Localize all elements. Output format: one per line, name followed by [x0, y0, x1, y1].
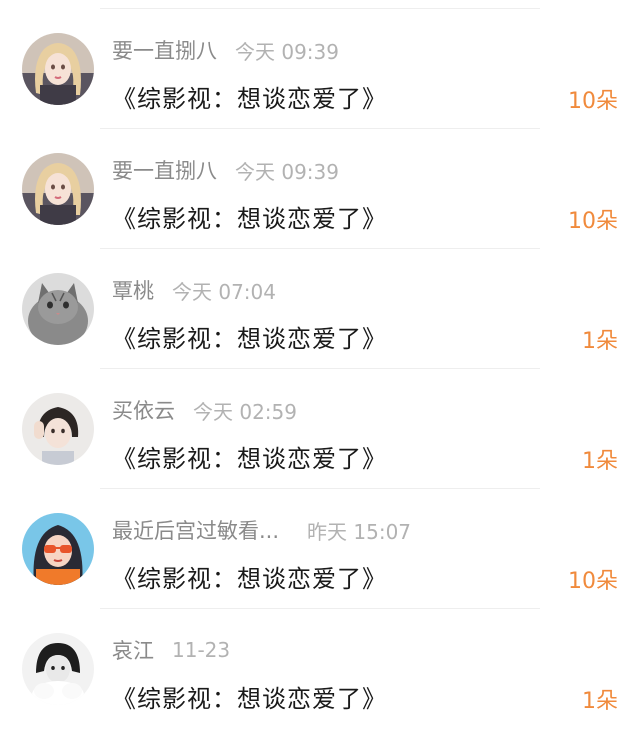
- timestamp: 11-23: [172, 638, 231, 662]
- blonde-girl-avatar-icon[interactable]: [22, 33, 94, 105]
- flower-count: 1朵: [582, 689, 618, 714]
- blonde-girl-avatar-icon[interactable]: [22, 153, 94, 225]
- flower-count: 10朵: [568, 89, 618, 114]
- book-title[interactable]: 《综影视：想谈恋爱了》: [112, 199, 387, 234]
- item-meta: 要一直捌八 今天 09:39: [112, 155, 339, 185]
- flower-count: 1朵: [582, 449, 618, 474]
- username[interactable]: 要一直捌八: [112, 35, 217, 65]
- username[interactable]: 覃桃: [112, 275, 154, 305]
- book-title[interactable]: 《综影视：想谈恋爱了》: [112, 319, 387, 354]
- list-item[interactable]: 覃桃 今天 07:04 《综影视：想谈恋爱了》 1朵: [0, 249, 640, 369]
- book-title[interactable]: 《综影视：想谈恋爱了》: [112, 679, 387, 714]
- book-title[interactable]: 《综影视：想谈恋爱了》: [112, 439, 387, 474]
- timestamp: 今天 09:39: [235, 39, 339, 64]
- list-item[interactable]: 要一直捌八 今天 09:39 《综影视：想谈恋爱了》 10朵: [0, 129, 640, 249]
- book-title[interactable]: 《综影视：想谈恋爱了》: [112, 79, 387, 114]
- timestamp: 今天 02:59: [193, 399, 297, 424]
- item-meta: 覃桃 今天 07:04: [112, 275, 276, 305]
- girl-peace-sign-avatar-icon[interactable]: [22, 393, 94, 465]
- timestamp: 今天 09:39: [235, 159, 339, 184]
- username[interactable]: 最近后宫过敏看...: [112, 515, 279, 545]
- timestamp: 昨天 15:07: [307, 519, 412, 544]
- kitten-avatar-icon[interactable]: [22, 273, 94, 345]
- item-meta: 哀江 11-23: [112, 635, 230, 665]
- username[interactable]: 要一直捌八: [112, 155, 217, 185]
- item-meta: 要一直捌八 今天 09:39: [112, 35, 339, 65]
- flower-count: 10朵: [568, 209, 618, 234]
- item-meta: 最近后宫过敏看... 昨天 15:07: [112, 515, 411, 545]
- item-meta: 买依云 今天 02:59: [112, 395, 297, 425]
- list-item[interactable]: 买依云 今天 02:59 《综影视：想谈恋爱了》 1朵: [0, 369, 640, 489]
- flower-count: 1朵: [582, 329, 618, 354]
- username[interactable]: 哀江: [112, 635, 154, 665]
- list-item[interactable]: 最近后宫过敏看... 昨天 15:07 《综影视：想谈恋爱了》 10朵: [0, 489, 640, 609]
- username[interactable]: 买依云: [112, 395, 175, 425]
- list-item[interactable]: 要一直捌八 今天 09:39 《综影视：想谈恋爱了》 10朵: [0, 9, 640, 129]
- book-title[interactable]: 《综影视：想谈恋爱了》: [112, 559, 387, 594]
- flower-count: 10朵: [568, 569, 618, 594]
- cartoon-girl-sunglasses-avatar-icon[interactable]: [22, 513, 94, 585]
- monochrome-portrait-avatar-icon[interactable]: [22, 633, 94, 705]
- timestamp: 今天 07:04: [172, 279, 276, 304]
- list-item[interactable]: 哀江 11-23 《综影视：想谈恋爱了》 1朵: [0, 609, 640, 729]
